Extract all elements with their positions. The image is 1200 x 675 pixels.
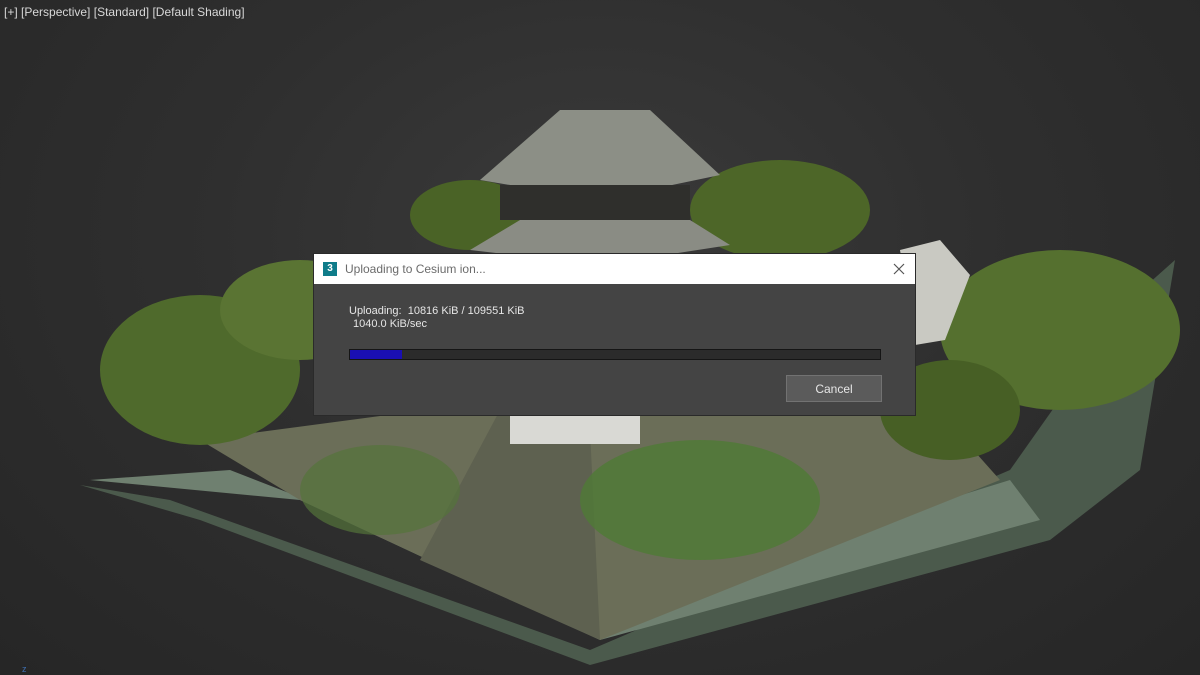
model-grass-patch (580, 440, 820, 560)
viewport-plus-menu[interactable]: [+] (4, 5, 18, 19)
viewport-material-menu[interactable]: [Standard] (94, 5, 149, 19)
upload-progress-fill (350, 350, 403, 359)
viewport-label[interactable]: [+] [Perspective] [Standard] [Default Sh… (4, 5, 245, 19)
model-grass-patch-2 (300, 445, 460, 535)
cancel-button[interactable]: Cancel (786, 375, 882, 402)
close-icon[interactable] (889, 259, 909, 279)
viewport-shading-menu[interactable]: [Default Shading] (152, 5, 244, 19)
dialog-titlebar[interactable]: 3 Uploading to Cesium ion... (314, 254, 915, 284)
viewport-view-menu[interactable]: [Perspective] (21, 5, 90, 19)
3ds-max-app-icon: 3 (323, 262, 337, 276)
dialog-title: Uploading to Cesium ion... (345, 262, 486, 276)
upload-speed-text: 1040.0 KiB/sec (353, 318, 427, 330)
dialog-body: Uploading: 10816 KiB / 109551 KiB 1040.0… (314, 284, 915, 415)
upload-progress-bar (349, 349, 881, 360)
castle-upper-floor (500, 185, 690, 220)
upload-dialog: 3 Uploading to Cesium ion... Uploading: … (314, 254, 915, 415)
castle-white-wall (510, 414, 640, 444)
upload-status-text: Uploading: 10816 KiB / 109551 KiB (349, 305, 525, 317)
axis-gizmo: z (22, 664, 27, 674)
